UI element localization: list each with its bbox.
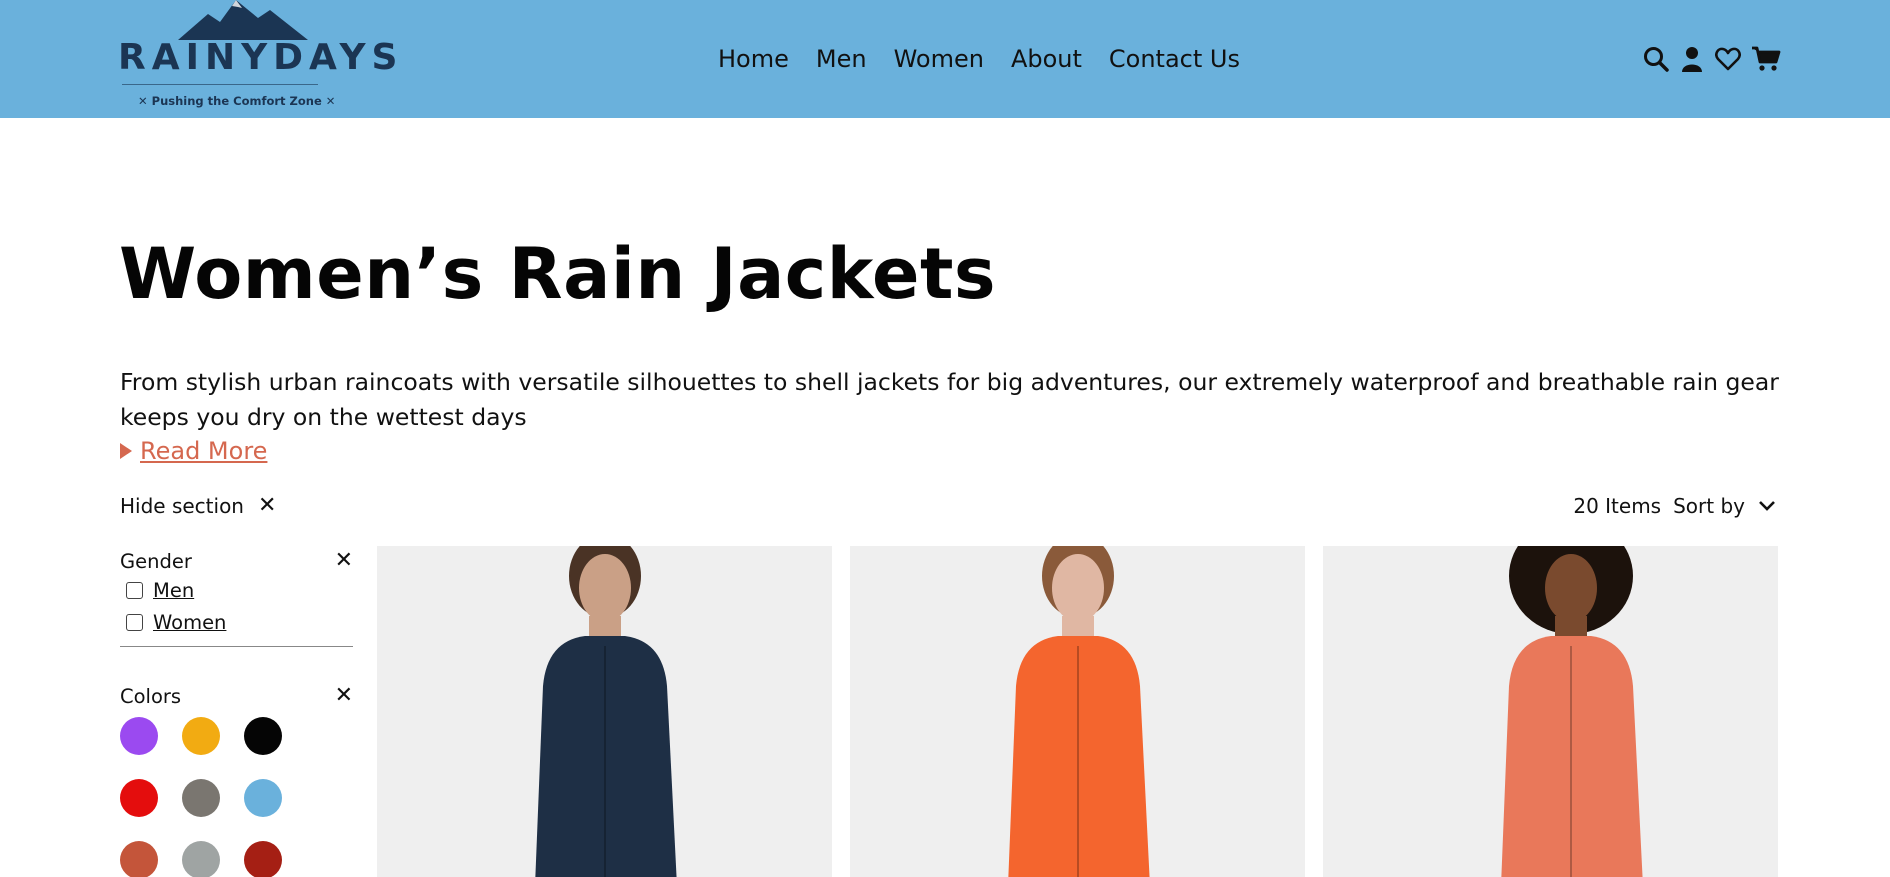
nav-about[interactable]: About [1011,44,1082,74]
filter-option-men[interactable]: Men [126,574,353,606]
header-icons [1643,44,1781,74]
site-header: RAINYDAYS ✕ Pushing the Comfort Zone ✕ H… [0,0,1890,118]
hide-section-label: Hide section [120,494,244,518]
sort-by-label[interactable]: Sort by [1673,494,1745,518]
color-swatch[interactable] [182,779,220,817]
color-swatch[interactable] [120,841,158,877]
filter-divider [120,646,353,647]
filter-option-label[interactable]: Men [153,579,194,602]
product-card[interactable] [377,546,832,877]
mountain-icon [178,0,308,40]
nav-women[interactable]: Women [894,44,984,74]
product-image[interactable] [377,546,832,877]
chevron-down-icon[interactable] [1757,494,1777,518]
colors-filter-label: Colors [120,684,182,708]
product-image[interactable] [850,546,1305,877]
search-icon[interactable] [1643,44,1669,74]
page-description: From stylish urban raincoats with versat… [120,368,1779,431]
close-icon: ✕ [257,493,277,518]
filter-option-label[interactable]: Women [153,611,226,634]
nav-men[interactable]: Men [816,44,867,74]
close-icon[interactable]: ✕ [335,550,353,572]
user-icon[interactable] [1679,44,1705,74]
checkbox-men[interactable] [126,581,143,599]
brand-divider [122,84,318,85]
filter-option-women[interactable]: Women [126,606,353,638]
heart-icon[interactable] [1715,44,1741,74]
brand-name: RAINYDAYS [118,37,404,78]
gender-filter-header: Gender ✕ [120,548,353,574]
brand-logo[interactable]: RAINYDAYS ✕ Pushing the Comfort Zone ✕ [118,0,404,118]
checkbox-women[interactable] [126,613,143,631]
items-sort-bar: 20 Items Sort by [1573,494,1777,518]
triangle-right-icon [120,443,132,459]
color-swatch[interactable] [120,717,158,755]
nav-contact-us[interactable]: Contact Us [1109,44,1240,74]
color-swatch[interactable] [182,841,220,877]
read-more-toggle[interactable]: Read More [120,436,267,466]
color-swatch[interactable] [182,717,220,755]
color-swatch[interactable] [120,779,158,817]
colors-filter-header: Colors ✕ [120,683,353,709]
filter-sidebar: Gender ✕ Men Women Colors ✕ [120,548,353,877]
page-title: Women’s Rain Jackets [119,233,997,315]
brand-tagline: ✕ Pushing the Comfort Zone ✕ [138,94,336,108]
color-swatch[interactable] [244,717,282,755]
product-card[interactable] [1323,546,1778,877]
color-swatches [120,717,353,877]
read-more-link[interactable]: Read More [140,436,267,466]
gender-filter-label: Gender [120,549,192,573]
product-card[interactable] [850,546,1305,877]
hide-section-button[interactable]: Hide section ✕ [120,494,276,518]
cart-icon[interactable] [1751,44,1781,74]
close-icon[interactable]: ✕ [335,685,353,707]
color-swatch[interactable] [244,779,282,817]
nav-home[interactable]: Home [718,44,789,74]
main-nav: Home Men Women About Contact Us [718,44,1240,74]
product-image[interactable] [1323,546,1778,877]
color-swatch[interactable] [244,841,282,877]
items-count: 20 Items [1573,494,1662,518]
